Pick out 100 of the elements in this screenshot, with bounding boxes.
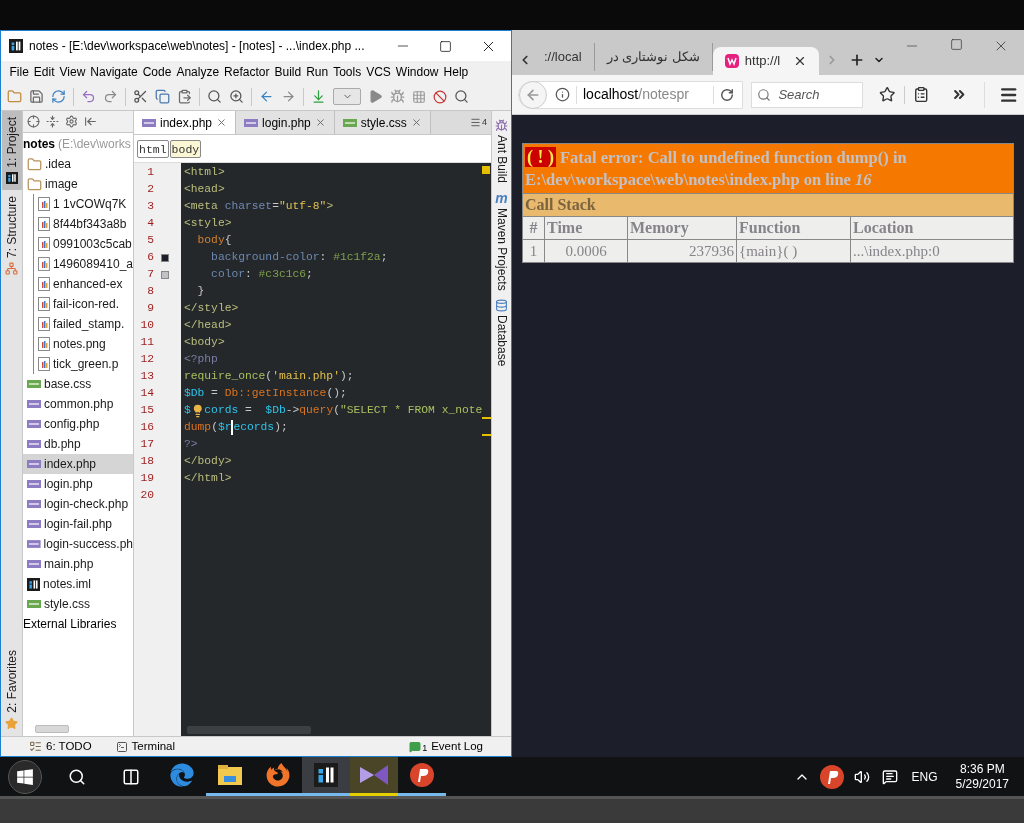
tool-window-tab[interactable]: 7: Structure: [1, 189, 22, 281]
tool-window-tab[interactable]: Terminal: [115, 737, 176, 756]
tree-item[interactable]: tick_green.p: [34, 354, 133, 374]
taskbar-app[interactable]: [350, 757, 398, 796]
tree-root[interactable]: notes: [23, 135, 55, 153]
tool-window-tab[interactable]: Ant Build: [492, 119, 511, 184]
tool-window-tab[interactable]: m Maven Projects: [492, 191, 511, 291]
stop-icon[interactable]: [433, 89, 447, 104]
undo-icon[interactable]: [81, 89, 96, 104]
search-icon[interactable]: [68, 767, 86, 786]
forward-icon[interactable]: [281, 89, 296, 104]
tree-item[interactable]: main.php: [23, 554, 133, 574]
editor-tab[interactable]: style.css: [334, 111, 431, 134]
reload-icon[interactable]: [720, 87, 735, 102]
tree-item[interactable]: login-success.ph: [23, 534, 133, 554]
tree-item[interactable]: db.php: [23, 434, 133, 454]
tree-item[interactable]: login-fail.php: [23, 514, 133, 534]
tree-item[interactable]: fail-icon-red.: [34, 294, 133, 314]
tree-item[interactable]: common.php: [23, 394, 133, 414]
tree-item[interactable]: index.php: [23, 454, 133, 474]
cut-icon[interactable]: [133, 89, 148, 104]
tab-list-button[interactable]: 4: [470, 111, 491, 134]
tool-window-tab[interactable]: 1: Project: [1, 111, 22, 190]
settings-icon[interactable]: [65, 115, 78, 128]
menu-item[interactable]: Tools: [330, 63, 364, 81]
tree-item[interactable]: 1 1vCOWq7K: [34, 194, 133, 214]
tree-item[interactable]: enhanced-ex: [34, 274, 133, 294]
run-icon[interactable]: [368, 89, 383, 104]
menu-item[interactable]: Code: [140, 63, 174, 81]
task-view-icon[interactable]: [122, 767, 140, 786]
taskbar-app[interactable]: [302, 757, 350, 796]
tree-item[interactable]: 1496089410_a: [34, 254, 133, 274]
clipboard-icon[interactable]: [912, 86, 930, 103]
menu-item[interactable]: Build: [271, 63, 304, 81]
sync-icon[interactable]: [51, 89, 66, 104]
clock[interactable]: 8:36 PM 5/29/2017: [955, 761, 1009, 792]
tree-item[interactable]: base.css: [23, 374, 133, 394]
folder-icon[interactable]: [7, 89, 22, 104]
menu-item[interactable]: Analyze: [173, 63, 222, 81]
browser-tab[interactable]: http://l: [712, 47, 819, 75]
tree-item[interactable]: login.php: [23, 474, 133, 494]
volume-icon[interactable]: [853, 768, 870, 785]
tree-item[interactable]: failed_stamp.: [34, 314, 133, 334]
search-icon[interactable]: [207, 89, 222, 104]
tool-window-tab[interactable]: 6: TODO: [29, 737, 92, 756]
tree-item[interactable]: style.css: [23, 594, 133, 614]
editor-tab[interactable]: login.php: [236, 111, 335, 134]
line-number: 20: [139, 488, 154, 504]
paste-icon[interactable]: [177, 89, 192, 104]
info-icon[interactable]: [555, 87, 570, 102]
tree-item[interactable]: notes.iml: [23, 574, 133, 594]
code-text: <head>: [184, 182, 225, 198]
menu-item[interactable]: Window: [393, 63, 442, 81]
window-title: notes - [E:\dev\workspace\web\notes] - [notes] - ...\index.php ...: [29, 38, 365, 55]
menu-item[interactable]: Refactor: [221, 63, 272, 81]
search-field[interactable]: Search: [751, 81, 864, 108]
url-text[interactable]: localhost/notespr: [583, 84, 689, 105]
tool-window-tab[interactable]: 2: Favorites: [1, 644, 22, 736]
back-icon[interactable]: [259, 89, 274, 104]
module-file-icon: [27, 577, 40, 591]
menu-item[interactable]: Help: [441, 63, 471, 81]
tree-item[interactable]: login-check.php: [23, 494, 133, 514]
tree-item[interactable]: 0991003c5cab: [34, 234, 133, 254]
scrollbar-thumb[interactable]: [35, 725, 69, 733]
tree-item[interactable]: image: [23, 174, 133, 194]
menu-item[interactable]: Edit: [31, 63, 58, 81]
build-icon[interactable]: [311, 89, 326, 104]
maximize-icon[interactable]: [439, 39, 452, 53]
bookmark-icon[interactable]: [879, 86, 896, 103]
tree-item[interactable]: .idea: [23, 154, 133, 174]
save-icon[interactable]: [29, 89, 44, 104]
menu-item[interactable]: VCS: [363, 63, 394, 81]
tree-item[interactable]: config.php: [23, 414, 133, 434]
event-log-tab[interactable]: 1 Event Log: [409, 737, 483, 756]
tree-item[interactable]: notes.png: [34, 334, 133, 354]
hide-icon[interactable]: [84, 115, 97, 128]
tool-window-tab[interactable]: Database: [492, 298, 511, 367]
search-icon[interactable]: [454, 89, 469, 104]
copy-icon[interactable]: [155, 89, 170, 104]
tree-item[interactable]: 8f44bf343a8b: [34, 214, 133, 234]
editor-tab[interactable]: index.php: [134, 111, 237, 134]
maximize-icon[interactable]: [950, 38, 963, 51]
tree-item[interactable]: External Libraries: [23, 615, 117, 633]
php-file-icon: [27, 398, 41, 410]
replace-icon[interactable]: [229, 89, 244, 104]
menu-item[interactable]: View: [57, 63, 88, 81]
breadcrumb[interactable]: body: [169, 139, 202, 158]
menu-item[interactable]: Run: [303, 63, 331, 81]
notifications-icon[interactable]: [881, 768, 898, 785]
browser-tab[interactable]: شکل نوشتاری در: [594, 43, 713, 71]
breadcrumb[interactable]: html: [137, 139, 169, 158]
locate-icon[interactable]: [27, 115, 40, 128]
scrollbar-thumb[interactable]: [187, 726, 311, 734]
menu-item[interactable]: Navigate: [87, 63, 141, 81]
collapse-icon[interactable]: [46, 115, 59, 128]
language-indicator[interactable]: ENG: [911, 767, 938, 786]
url-bar[interactable]: localhost/notespr: [518, 80, 744, 109]
menu-item[interactable]: File: [7, 63, 32, 81]
browser-tab[interactable]: ://local: [532, 43, 595, 71]
redo-icon[interactable]: [103, 89, 118, 104]
